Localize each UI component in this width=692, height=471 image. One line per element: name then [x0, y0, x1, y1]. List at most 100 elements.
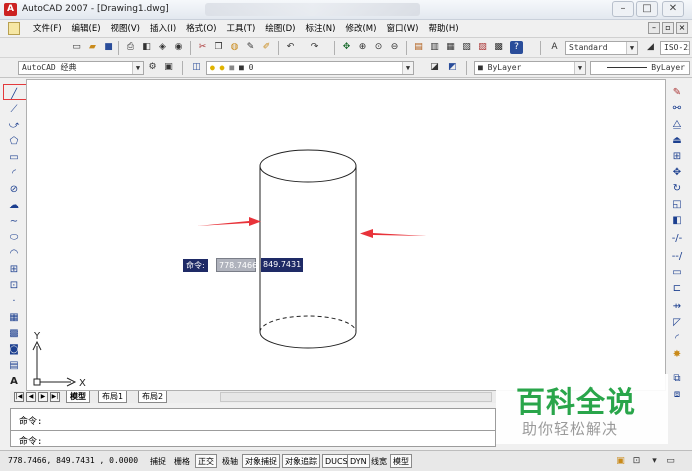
copy-clip-icon[interactable]: ❐	[212, 41, 225, 54]
dyn-toggle[interactable]: DYN	[347, 454, 370, 468]
ellipse-icon[interactable]: ⬭	[7, 231, 21, 245]
polar-toggle[interactable]: 极轴	[219, 454, 241, 468]
hatch-icon[interactable]: ▦	[7, 311, 21, 325]
print-icon[interactable]: ⎙	[124, 41, 137, 54]
model-toggle[interactable]: 模型	[390, 454, 412, 468]
redo-icon[interactable]: ↷	[308, 41, 321, 54]
first-tab-button[interactable]: |◀	[14, 392, 24, 402]
workspace-select[interactable]: AutoCAD 经典 ▼	[18, 61, 144, 75]
erase-icon[interactable]: ✎	[670, 86, 684, 100]
insert-block-icon[interactable]: ⊞	[7, 263, 21, 277]
coordinate-readout[interactable]: 778.7466, 849.7431 , 0.0000	[8, 456, 138, 465]
revision-cloud-icon[interactable]: ☁	[7, 199, 21, 213]
command-window[interactable]: 命令: 命令:	[10, 408, 496, 447]
zoom-realtime-icon[interactable]: ⊕	[356, 41, 369, 54]
circle-icon[interactable]: ⊘	[7, 183, 21, 197]
doc-close-button[interactable]: ×	[676, 22, 688, 34]
command-prompt-line[interactable]: 命令:	[19, 434, 42, 447]
osnap-toggle[interactable]: 对象捕捉	[242, 454, 280, 468]
menu-file[interactable]: 文件(F)	[28, 23, 67, 35]
properties-icon[interactable]: ▤	[412, 41, 425, 54]
minimize-button[interactable]: –	[612, 1, 634, 17]
save-icon[interactable]: ■	[102, 41, 115, 54]
stretch-icon[interactable]: ◧	[670, 214, 684, 228]
break-at-point-icon[interactable]: ▭	[670, 266, 684, 280]
menu-window[interactable]: 窗口(W)	[381, 23, 423, 35]
extend-icon[interactable]: --/	[670, 250, 684, 264]
dim-style-icon[interactable]: ◢	[644, 41, 657, 54]
close-button[interactable]: ✕	[662, 1, 684, 17]
status-menu-chevron-icon[interactable]: ▾	[648, 455, 661, 468]
menu-tools[interactable]: 工具(T)	[221, 23, 260, 35]
maximize-button[interactable]: □	[636, 1, 658, 17]
workspace-save-icon[interactable]: ▣	[162, 61, 175, 74]
match-properties-icon[interactable]: ✎	[244, 41, 257, 54]
lock-icon[interactable]: ⊡	[630, 455, 643, 468]
paste-icon[interactable]: ◍	[228, 41, 241, 54]
gradient-icon[interactable]: ▩	[7, 327, 21, 341]
move-icon[interactable]: ✥	[670, 166, 684, 180]
rectangle-icon[interactable]: ▭	[7, 151, 21, 165]
communication-center-icon[interactable]: ▣	[614, 455, 627, 468]
ortho-toggle[interactable]: 正交	[195, 454, 217, 468]
break-icon[interactable]: ⊏	[670, 282, 684, 296]
polygon-icon[interactable]: ⬠	[7, 135, 21, 149]
arc-icon[interactable]: ◜	[7, 167, 21, 181]
point-icon[interactable]: ·	[7, 295, 21, 309]
3d-dwf-icon[interactable]: ◉	[172, 41, 185, 54]
draw-order-icon[interactable]: ⧉	[670, 372, 684, 386]
tab-model[interactable]: 模型	[66, 391, 90, 403]
linetype-select[interactable]: ByLayer	[590, 61, 690, 75]
chamfer-icon[interactable]: ◸	[670, 316, 684, 330]
rotate-icon[interactable]: ↻	[670, 182, 684, 196]
join-icon[interactable]: ⇸	[670, 300, 684, 314]
new-file-icon[interactable]: ▭	[70, 41, 83, 54]
copy-icon[interactable]: ⚯	[670, 102, 684, 116]
autocad-app-icon[interactable]: A	[4, 3, 17, 16]
lineweight-toggle[interactable]: 线宽	[368, 454, 390, 468]
scale-icon[interactable]: ◱	[670, 198, 684, 212]
publish-icon[interactable]: ◈	[156, 41, 169, 54]
layer-previous-icon[interactable]: ◩	[446, 61, 459, 74]
region-icon[interactable]: ◙	[7, 343, 21, 357]
workspace-settings-icon[interactable]: ⚙	[146, 61, 159, 74]
block-editor-icon[interactable]: ✐	[260, 41, 273, 54]
design-center-icon[interactable]: ▥	[428, 41, 441, 54]
menu-modify[interactable]: 修改(M)	[340, 23, 381, 35]
open-file-icon[interactable]: ▰	[86, 41, 99, 54]
print-preview-icon[interactable]: ◧	[140, 41, 153, 54]
dynamic-input-x-field[interactable]: 778.7466	[216, 258, 257, 272]
grid-toggle[interactable]: 栅格	[171, 454, 193, 468]
construction-line-icon[interactable]: ⟋	[7, 103, 21, 117]
color-select[interactable]: ■ ByLayer ▼	[474, 61, 586, 75]
markup-icon[interactable]: ▨	[476, 41, 489, 54]
tab-layout1[interactable]: 布局1	[98, 391, 128, 403]
text-style-select[interactable]: Standard ▼	[565, 41, 638, 55]
drawing-canvas[interactable]: Y X	[26, 79, 666, 391]
zoom-previous-icon[interactable]: ⊖	[388, 41, 401, 54]
prev-tab-button[interactable]: ◀	[26, 392, 36, 402]
doc-restore-button[interactable]: ▫	[662, 22, 674, 34]
last-tab-button[interactable]: ▶|	[50, 392, 60, 402]
table-icon[interactable]: ▤	[7, 359, 21, 373]
menu-edit[interactable]: 编辑(E)	[67, 23, 106, 35]
tool-palettes-icon[interactable]: ▦	[444, 41, 457, 54]
menu-format[interactable]: 格式(O)	[181, 23, 221, 35]
layer-select[interactable]: ● ● ■ ■ 0 ▼	[206, 61, 414, 75]
help-icon[interactable]: ?	[510, 41, 523, 54]
ellipse-arc-icon[interactable]: ◠	[7, 247, 21, 261]
sheet-set-icon[interactable]: ▧	[460, 41, 473, 54]
document-icon[interactable]	[8, 22, 20, 35]
fillet-icon[interactable]: ◜	[670, 332, 684, 346]
text-style-icon[interactable]: A	[548, 41, 561, 54]
undo-icon[interactable]: ↶	[284, 41, 297, 54]
dynamic-input-y-field[interactable]: 849.7431	[261, 258, 303, 272]
otrack-toggle[interactable]: 对象追踪	[282, 454, 320, 468]
layer-manager-icon[interactable]: ◫	[190, 61, 203, 74]
snap-toggle[interactable]: 捕捉	[147, 454, 169, 468]
bring-to-front-icon[interactable]: ⧈	[670, 388, 684, 402]
array-icon[interactable]: ⊞	[670, 150, 684, 164]
dim-style-select[interactable]: ISO-25	[660, 41, 690, 55]
doc-minimize-button[interactable]: –	[648, 22, 660, 34]
trim-icon[interactable]: -/-	[670, 232, 684, 246]
